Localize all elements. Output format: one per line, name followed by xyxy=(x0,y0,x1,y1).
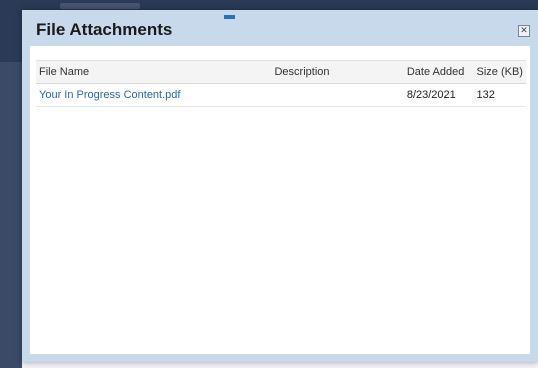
background-app-sidebar xyxy=(0,62,22,368)
size-cell: 132 xyxy=(473,83,526,107)
attachments-table: File Name Description Date Added Size (K… xyxy=(36,60,526,107)
column-header-size[interactable]: Size (KB) xyxy=(473,60,526,84)
column-header-date-added[interactable]: Date Added xyxy=(403,60,474,84)
table-row: Your In Progress Content.pdf 8/23/2021 1… xyxy=(36,83,526,107)
file-attachments-dialog: File Attachments ✕ File Name Description… xyxy=(22,10,538,362)
date-added-cell: 8/23/2021 xyxy=(403,83,474,107)
column-header-file-name[interactable]: File Name xyxy=(36,60,272,84)
background-header-blur xyxy=(60,3,140,9)
background-indicator xyxy=(224,15,235,19)
file-link[interactable]: Your In Progress Content.pdf xyxy=(39,89,180,101)
file-name-cell: Your In Progress Content.pdf xyxy=(36,83,272,107)
description-cell xyxy=(271,83,404,107)
table-header-row: File Name Description Date Added Size (K… xyxy=(36,60,526,84)
close-icon: ✕ xyxy=(520,25,528,35)
column-header-description[interactable]: Description xyxy=(271,60,404,84)
dialog-title: File Attachments xyxy=(36,20,173,39)
dialog-header: File Attachments ✕ xyxy=(22,10,538,46)
close-button[interactable]: ✕ xyxy=(518,25,530,37)
dialog-body: File Name Description Date Added Size (K… xyxy=(30,46,530,354)
